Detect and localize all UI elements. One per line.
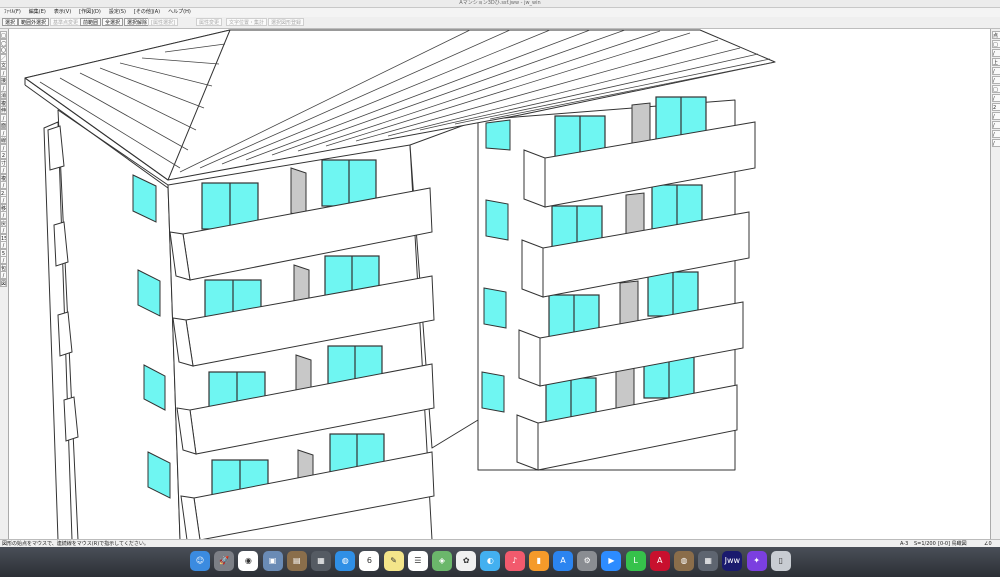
dock: ☺ 🚀 ◉ ▣ ▤ ▦ ◍ 6 ✎ ☰ ◈ ✿ ◐ ♪ ▮ A ⚙ ▶ L A ◍ ▦ Jww ✦ ▯ bbox=[0, 547, 1000, 577]
finder-icon[interactable]: ☺ bbox=[190, 551, 210, 571]
music-icon[interactable]: ♪ bbox=[504, 551, 525, 571]
right-tool-9[interactable]: / bbox=[992, 112, 1000, 120]
calendar-icon[interactable]: 6 bbox=[359, 551, 380, 571]
photos-icon[interactable]: ✿ bbox=[456, 551, 477, 571]
toolbar-button-8[interactable]: 文字位置・集計 bbox=[226, 18, 268, 26]
toolbar-button-4[interactable]: 全選択 bbox=[102, 18, 124, 26]
reminders-icon[interactable]: ☰ bbox=[407, 551, 428, 571]
jww-icon[interactable]: Jww bbox=[722, 551, 743, 571]
toolbar-button-0[interactable]: 選択 bbox=[2, 18, 19, 26]
utility-icon[interactable]: ▦ bbox=[698, 551, 719, 571]
menu-item-2[interactable]: 表示(V) bbox=[50, 9, 75, 15]
toolbar-button-2[interactable]: 基準点変更 bbox=[50, 18, 82, 26]
toolbar: 選択 範囲外選択 基準点変更 前範囲 全選択 選択解除 [属性選択] 属性変更 文字位置・集計選… bbox=[0, 17, 1000, 29]
toolbar-button-7[interactable]: 属性変更 bbox=[196, 18, 223, 26]
menu-item-5[interactable]: [その他](A) bbox=[130, 9, 164, 15]
doc-icon[interactable]: ▦ bbox=[311, 551, 331, 571]
right-tool-7[interactable]: / bbox=[992, 94, 1000, 102]
menu-item-3[interactable]: [作図](D) bbox=[75, 9, 105, 15]
toolbar-button-5[interactable]: 選択解除 bbox=[124, 18, 151, 26]
right-tool-4[interactable]: / bbox=[992, 67, 1000, 75]
books-icon[interactable]: ▮ bbox=[528, 551, 549, 571]
right-tool-1[interactable]: □ bbox=[992, 40, 1000, 48]
menu-item-4[interactable]: 設定(S) bbox=[105, 9, 130, 15]
right-tool-12[interactable]: / bbox=[992, 139, 1000, 147]
appstore-icon[interactable]: A bbox=[553, 551, 573, 571]
left-toolbar: □◯〇／文/接/消複伸/面/線/2寸/複/2.5/移/戻/15/5/包/図 bbox=[0, 29, 9, 539]
launchpad-icon[interactable]: 🚀 bbox=[214, 551, 235, 571]
toolbar-button-3[interactable]: 前範囲 bbox=[80, 18, 102, 26]
right-tool-5[interactable]: / bbox=[992, 76, 1000, 84]
right-tool-3[interactable]: 上 bbox=[992, 58, 1000, 66]
safari-icon[interactable]: ◍ bbox=[335, 551, 356, 571]
preview-icon[interactable]: ▣ bbox=[262, 551, 283, 571]
left-tool-33[interactable]: 図 bbox=[0, 278, 7, 287]
toolbar-button-1[interactable]: 範囲外選択 bbox=[18, 18, 50, 26]
toolbar-button-9[interactable]: 選択図形登録 bbox=[268, 18, 305, 26]
right-tool-2[interactable]: / bbox=[992, 49, 1000, 57]
notes-icon[interactable]: ▤ bbox=[286, 551, 307, 571]
autocad-icon[interactable]: A bbox=[649, 551, 670, 571]
notes2-icon[interactable]: ✎ bbox=[383, 551, 404, 571]
right-tool-10[interactable]: / bbox=[992, 121, 1000, 129]
window-title: Aマンション3Dひ.ssf.jww - jw_win bbox=[0, 0, 1000, 8]
menu-item-1[interactable]: 編集(E) bbox=[25, 9, 50, 15]
zoom-icon[interactable]: ▶ bbox=[601, 551, 622, 571]
maps-icon[interactable]: ◈ bbox=[432, 551, 452, 571]
drawing-canvas[interactable] bbox=[9, 29, 990, 539]
chrome-icon[interactable]: ◉ bbox=[238, 551, 259, 571]
menu-item-6[interactable]: ヘルプ(H) bbox=[164, 9, 195, 15]
building-drawing bbox=[24, 29, 776, 539]
line-icon[interactable]: L bbox=[625, 551, 646, 571]
magic-icon[interactable]: ✦ bbox=[746, 551, 767, 571]
menu-bar: ﾌｧｲﾙ(F) 編集(E) 表示(V) [作図](D) 設定(S) [その他](A) ヘルプ… bbox=[0, 8, 1000, 17]
settings-icon[interactable]: ⚙ bbox=[577, 551, 598, 571]
right-tool-6[interactable]: □ bbox=[992, 85, 1000, 93]
right-tool-0[interactable]: 点 bbox=[992, 31, 1000, 39]
right-toolbar: 点 □ / 上 / / □/2// / / bbox=[990, 29, 1000, 539]
messages-icon[interactable]: ◐ bbox=[480, 551, 501, 571]
right-tool-11[interactable]: / bbox=[992, 130, 1000, 138]
sketch-icon[interactable]: ◍ bbox=[674, 551, 694, 571]
menu-item-0[interactable]: ﾌｧｲﾙ(F) bbox=[0, 9, 25, 15]
trash-icon[interactable]: ▯ bbox=[770, 551, 791, 571]
right-tool-8[interactable]: 2 bbox=[992, 103, 1000, 111]
toolbar-button-6[interactable]: [属性選択] bbox=[148, 18, 178, 26]
